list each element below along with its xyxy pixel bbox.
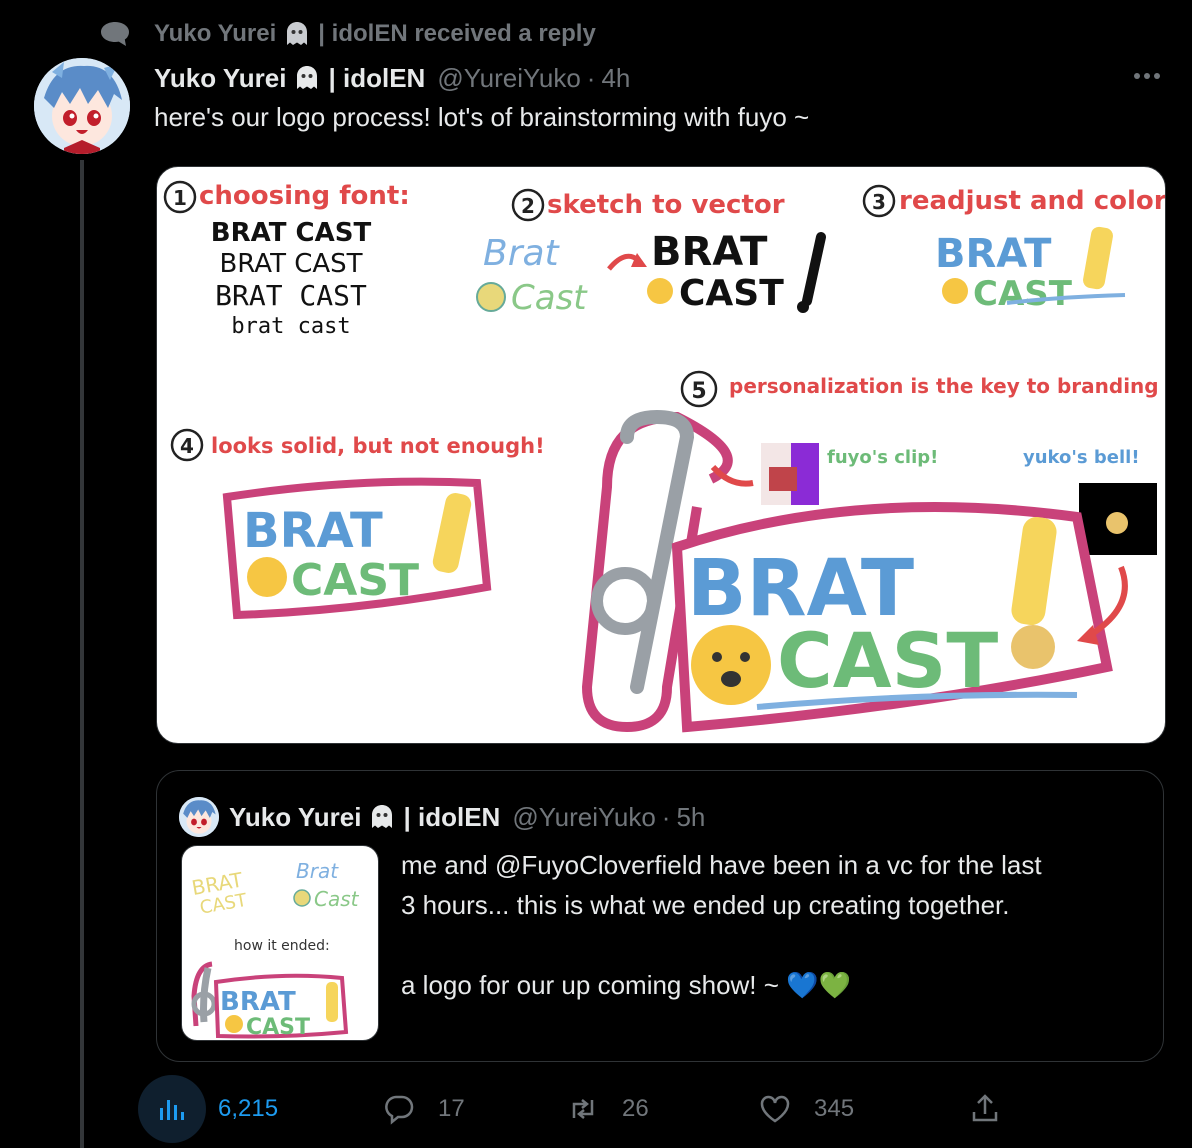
step-5-number: 5 bbox=[691, 379, 706, 404]
step-1-section: 1 choosing font: BRAT CAST BRAT CAST BRA… bbox=[163, 180, 410, 339]
step-4-section: 4 looks solid, but not enough! BRAT CAST bbox=[170, 428, 545, 620]
color-word-cast: CAST bbox=[973, 274, 1073, 314]
step-3-number: 3 bbox=[872, 190, 886, 214]
quoted-avatar[interactable] bbox=[179, 797, 219, 837]
thread-line bbox=[80, 160, 84, 1148]
quoted-header: Yuko Yurei | idolEN @YureiYuko · 5h bbox=[229, 799, 705, 835]
quoted-timestamp[interactable]: 5h bbox=[676, 802, 705, 833]
share-icon bbox=[972, 1094, 998, 1122]
author-name-suffix[interactable]: | idolEN bbox=[328, 63, 425, 94]
quoted-avatar-image bbox=[179, 797, 219, 837]
solid-word-cast: CAST bbox=[291, 555, 419, 606]
logo-process-illustration: 1 choosing font: BRAT CAST BRAT CAST BRA… bbox=[163, 180, 1165, 733]
step-2-section: 2 sketch to vector Brat Cast BRAT CAST bbox=[476, 188, 826, 318]
tweet-media-image[interactable]: 1 choosing font: BRAT CAST BRAT CAST BRA… bbox=[156, 166, 1166, 744]
reply-count: 17 bbox=[438, 1095, 465, 1122]
step-2-number: 2 bbox=[521, 194, 535, 218]
reply-icon bbox=[385, 1095, 414, 1125]
like-count: 345 bbox=[814, 1095, 855, 1122]
quoted-thumbnail-image: BRAT CAST Brat Cast how it ended: BRAT C… bbox=[190, 859, 360, 1040]
final-word-cast: CAST bbox=[777, 616, 998, 705]
quoted-author-name-suffix[interactable]: | idolEN bbox=[403, 802, 500, 833]
step-1-font-c: BRAT CAST bbox=[215, 279, 367, 312]
step-3-title: readjust and color bbox=[899, 186, 1165, 216]
author-handle[interactable]: @YureiYuko bbox=[437, 63, 580, 94]
quoted-author-handle[interactable]: @YureiYuko bbox=[512, 802, 655, 833]
tweet-text: here's our logo process! lot's of brains… bbox=[154, 102, 810, 132]
ghost-emoji-icon bbox=[372, 805, 393, 828]
step-4-number: 4 bbox=[180, 434, 194, 458]
views-count: 6,215 bbox=[218, 1095, 279, 1122]
tweet-timestamp[interactable]: 4h bbox=[601, 63, 630, 94]
color-word-brat: BRAT bbox=[935, 231, 1052, 277]
tweet-header: Yuko Yurei | idolEN @YureiYuko · 4h bbox=[154, 60, 630, 96]
bell-label: yuko's bell! bbox=[1023, 447, 1140, 468]
step-1-font-d: brat cast bbox=[231, 314, 350, 339]
social-context[interactable]: Yuko Yurei | idolEN received a reply bbox=[98, 18, 596, 50]
author-name[interactable]: Yuko Yurei bbox=[154, 63, 286, 94]
quoted-tweet[interactable]: Yuko Yurei | idolEN @YureiYuko · 5h BRAT… bbox=[156, 770, 1164, 1062]
clip-label: fuyo's clip! bbox=[827, 447, 938, 468]
thumb-final-brat: BRAT bbox=[220, 987, 296, 1017]
step-1-font-b: BRAT CAST bbox=[219, 249, 362, 279]
thumb-caption: how it ended: bbox=[234, 938, 330, 954]
step-3-section: 3 readjust and color BRAT CAST bbox=[862, 184, 1165, 314]
step-5-section: 5 personalization is the key to branding… bbox=[581, 370, 1159, 733]
tweet-actions: 6,215 17 26 345 bbox=[138, 1074, 1038, 1144]
more-options-icon[interactable] bbox=[1130, 62, 1164, 90]
quoted-media-thumbnail[interactable]: BRAT CAST Brat Cast how it ended: BRAT C… bbox=[181, 845, 379, 1041]
step-2-title: sketch to vector bbox=[547, 190, 785, 220]
analytics-icon bbox=[160, 1100, 184, 1120]
solid-word-brat: BRAT bbox=[243, 503, 383, 559]
thumb-brat: Brat bbox=[296, 859, 339, 883]
ghost-emoji-icon bbox=[287, 22, 308, 45]
heart-icon bbox=[760, 1095, 790, 1123]
vector-word-cast: CAST bbox=[679, 273, 784, 314]
reply-button[interactable]: 17 bbox=[382, 1074, 465, 1144]
thumb-cast: Cast bbox=[314, 887, 360, 911]
quoted-text-line-2: 3 hours... this is what we ended up crea… bbox=[401, 890, 1010, 920]
step-1-title: choosing font: bbox=[199, 181, 410, 211]
step-5-title: personalization is the key to branding bbox=[729, 374, 1159, 398]
like-button[interactable]: 345 bbox=[758, 1074, 854, 1144]
quoted-author-name[interactable]: Yuko Yurei bbox=[229, 802, 361, 833]
retweet-count: 26 bbox=[622, 1095, 649, 1122]
ghost-emoji-icon bbox=[297, 66, 318, 89]
step-1-font-a: BRAT CAST bbox=[211, 218, 372, 248]
views-button[interactable]: 6,215 bbox=[138, 1074, 278, 1144]
quoted-text-line-3: a logo for our up coming show! ~ 💙💚 bbox=[401, 970, 851, 1000]
step-1-number: 1 bbox=[173, 186, 187, 210]
quoted-text: me and @FuyoCloverfield have been in a v… bbox=[401, 845, 1141, 1005]
quoted-text-line-1: me and @FuyoCloverfield have been in a v… bbox=[401, 850, 1042, 880]
share-button[interactable] bbox=[968, 1074, 1002, 1144]
avatar-image bbox=[34, 58, 130, 154]
vector-word-brat: BRAT bbox=[651, 229, 768, 275]
retweet-button[interactable]: 26 bbox=[566, 1074, 649, 1144]
avatar[interactable] bbox=[34, 58, 130, 154]
step-4-title: looks solid, but not enough! bbox=[211, 434, 545, 458]
separator-dot: · bbox=[586, 62, 596, 93]
social-context-suffix: | idolEN received a reply bbox=[318, 20, 596, 47]
views-icon-wrap bbox=[138, 1075, 206, 1143]
speech-bubble-icon bbox=[101, 22, 129, 46]
separator-dot: · bbox=[661, 801, 671, 832]
social-context-name: Yuko Yurei bbox=[154, 20, 277, 47]
sketch-word-cast: Cast bbox=[511, 278, 588, 318]
sketch-word-brat: Brat bbox=[483, 233, 561, 274]
retweet-icon bbox=[572, 1099, 594, 1119]
thumb-final-cast: CAST bbox=[246, 1015, 310, 1040]
